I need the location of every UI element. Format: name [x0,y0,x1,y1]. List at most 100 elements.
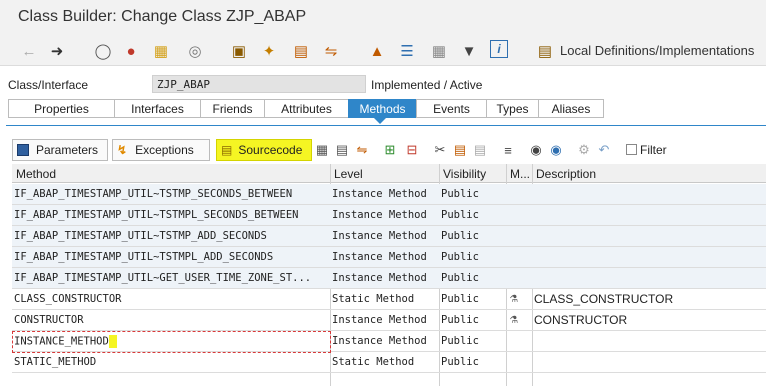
header-level[interactable]: Level [334,167,363,181]
method-name: IF_ABAP_TIMESTAMP_UTIL~TSTMP_SECONDS_BET… [14,188,293,200]
class-label: Class/Interface [8,78,89,92]
method-name: CONSTRUCTOR [14,314,84,326]
hierarchy-icon[interactable]: ▣ [228,40,250,62]
main-toolbar: ← ➜ ◯ ● ▦ ◎ ▣ ✦ ▤ ⇋ ▲ ☰ ▦ ▼ i ▤ Local De… [0,36,766,66]
find-icon[interactable]: ◉ [526,140,546,160]
find-next-icon[interactable]: ◉ [546,140,566,160]
info-icon[interactable]: i [490,40,508,58]
tree-icon[interactable]: ▲ [366,40,388,62]
method-level: Instance Method [332,314,427,326]
title-bar: Class Builder: Change Class ZJP_ABAP [0,0,766,36]
ring-icon[interactable]: ◎ [184,40,206,62]
parameters-button[interactable]: Parameters [12,139,108,161]
method-icon[interactable]: ⚗ [510,291,518,306]
text-icon[interactable]: ▤ [290,40,312,62]
tab-types[interactable]: Types [486,99,538,118]
navigate-icon[interactable]: ▦ [312,140,332,160]
method-visibility: Public [441,188,479,200]
settings-icon[interactable]: ⚙ [574,140,594,160]
local-definitions-icon[interactable]: ▤ [534,40,556,62]
method-level: Static Method [332,293,415,305]
method-visibility: Public [441,314,479,326]
tab-properties[interactable]: Properties [8,99,114,118]
table-row[interactable]: IF_ABAP_TIMESTAMP_UTIL~TSTMPL_ADD_SECOND… [12,247,766,268]
method-icon[interactable]: ⚗ [510,312,518,327]
filter-checkbox[interactable] [626,144,637,155]
parameters-icon [17,144,29,156]
method-visibility: Public [441,335,479,347]
method-name: CLASS_CONSTRUCTOR [14,293,122,305]
method-name: IF_ABAP_TIMESTAMP_UTIL~GET_USER_TIME_ZON… [14,272,312,284]
tab-events[interactable]: Events [416,99,486,118]
sourcecode-icon: ▤ [221,143,233,157]
paste-icon[interactable]: ▤ [470,140,490,160]
class-field[interactable]: ZJP_ABAP [152,75,366,93]
tab-strip: Properties Interfaces Friends Attributes… [8,99,604,118]
header-visibility[interactable]: Visibility [443,167,486,181]
forward-icon[interactable]: ➜ [46,40,68,62]
detail-icon[interactable]: ▤ [332,140,352,160]
table-row[interactable]: IF_ABAP_TIMESTAMP_UTIL~GET_USER_TIME_ZON… [12,268,766,289]
copy-icon[interactable]: ▤ [450,140,470,160]
hand-icon[interactable]: ⇋ [320,40,342,62]
exceptions-label: Exceptions [135,143,194,157]
method-level: Static Method [332,356,415,368]
paste-icon[interactable]: ▦ [150,40,172,62]
grid-header: Method Level Visibility M... Description [12,164,766,183]
method-name: IF_ABAP_TIMESTAMP_UTIL~TSTMPL_SECONDS_BE… [14,209,299,221]
method-level: Instance Method [332,188,427,200]
table-row[interactable]: CONSTRUCTOR Instance Method Public ⚗ CON… [12,310,766,331]
glasses-icon[interactable]: ◯ [92,40,114,62]
delete-row-icon[interactable]: ⊟ [402,140,422,160]
back-icon[interactable]: ← [18,40,40,62]
method-level: Instance Method [332,272,427,284]
method-level: Instance Method [332,230,427,242]
header-method[interactable]: Method [16,167,56,181]
table-row[interactable]: STATIC_METHOD Static Method Public [12,352,766,373]
method-visibility: Public [441,293,479,305]
method-visibility: Public [441,230,479,242]
active-tab-indicator [374,118,386,124]
sourcecode-label: Sourcecode [238,143,303,157]
filter-icon[interactable]: ▼ [458,40,480,62]
tab-interfaces[interactable]: Interfaces [114,99,200,118]
goto-icon[interactable]: ⇋ [352,140,372,160]
header-description[interactable]: Description [536,167,596,181]
method-name: IF_ABAP_TIMESTAMP_UTIL~TSTMPL_ADD_SECOND… [14,251,274,263]
insert-row-icon[interactable]: ⊞ [380,140,400,160]
local-definitions-button[interactable]: Local Definitions/Implementations [560,43,754,58]
tab-friends[interactable]: Friends [200,99,264,118]
cut-icon[interactable]: ✂ [430,140,450,160]
method-name: IF_ABAP_TIMESTAMP_UTIL~TSTMP_ADD_SECONDS [14,230,267,242]
method-visibility: Public [441,356,479,368]
method-level: Instance Method [332,251,427,263]
undo-icon[interactable]: ↶ [594,140,614,160]
table-row[interactable]: IF_ABAP_TIMESTAMP_UTIL~TSTMPL_SECONDS_BE… [12,205,766,226]
tab-aliases[interactable]: Aliases [538,99,604,118]
class-status: Implemented / Active [371,78,483,92]
method-name: STATIC_METHOD [14,356,97,368]
align-icon[interactable]: ≡ [498,140,518,160]
table-icon[interactable]: ▦ [428,40,450,62]
method-description: CONSTRUCTOR [534,313,628,327]
method-visibility: Public [441,209,479,221]
exceptions-button[interactable]: ↯ Exceptions [112,139,210,161]
method-visibility: Public [441,251,479,263]
cell-focus-frame [12,331,331,353]
magic-wand-icon[interactable]: ✦ [258,40,280,62]
method-level: Instance Method [332,335,427,347]
parameters-label: Parameters [36,143,99,157]
sourcecode-button[interactable]: ▤ Sourcecode [216,139,312,161]
cluster-icon[interactable]: ● [120,40,142,62]
table-row[interactable]: CLASS_CONSTRUCTOR Static Method Public ⚗… [12,289,766,310]
table-row[interactable]: IF_ABAP_TIMESTAMP_UTIL~TSTMP_SECONDS_BET… [12,184,766,205]
tab-methods[interactable]: Methods [348,99,416,118]
stack-icon[interactable]: ☰ [396,40,418,62]
tab-attributes[interactable]: Attributes [264,99,348,118]
methods-grid: Method Level Visibility M... Description… [12,164,766,386]
filter-label: Filter [640,143,667,157]
method-level: Instance Method [332,209,427,221]
table-row[interactable]: IF_ABAP_TIMESTAMP_UTIL~TSTMP_ADD_SECONDS… [12,226,766,247]
window-title: Class Builder: Change Class ZJP_ABAP [18,8,307,25]
header-m[interactable]: M... [510,167,530,181]
